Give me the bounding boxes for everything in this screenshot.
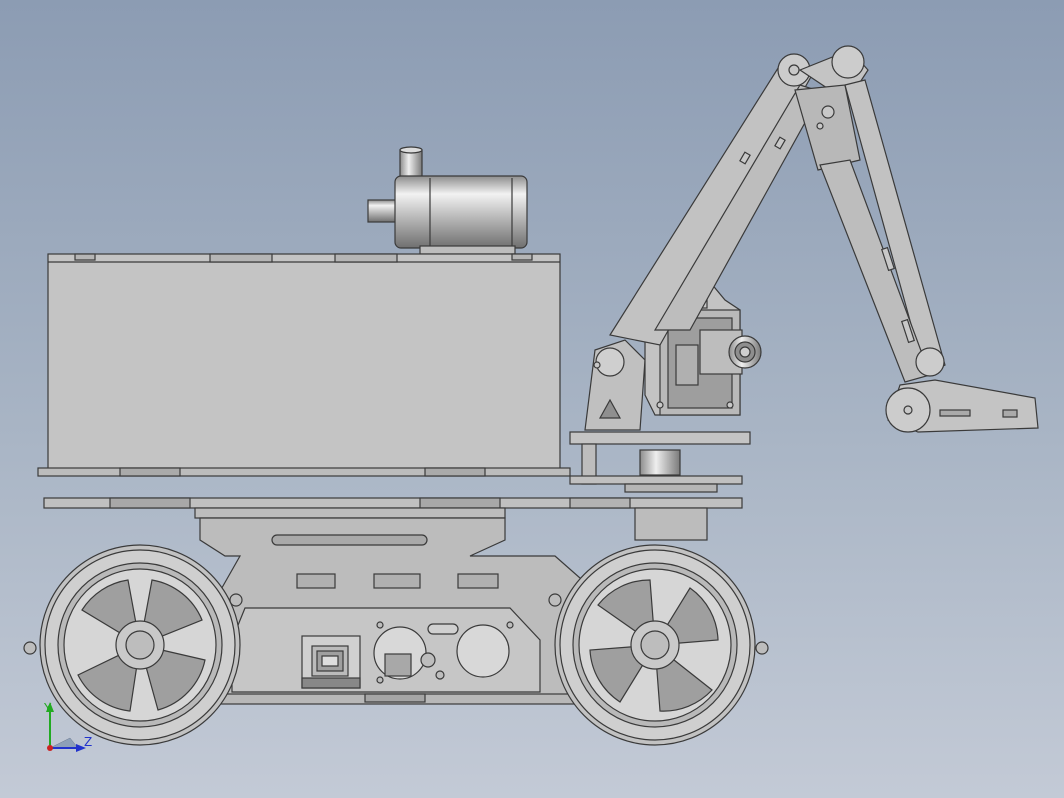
right-wheel [548,544,769,746]
y-axis-label: Y [43,701,52,715]
gripper [885,379,1039,433]
robot-model[interactable] [0,0,1064,798]
z-axis-label: Z [84,735,92,749]
axis-triad: Y Z [43,701,92,752]
top-camera [367,146,528,255]
forearm [794,45,946,383]
battery-box [37,253,571,477]
x-axis-origin [47,745,53,751]
chassis [199,517,606,705]
cad-viewport[interactable]: Y Z [0,0,1064,798]
